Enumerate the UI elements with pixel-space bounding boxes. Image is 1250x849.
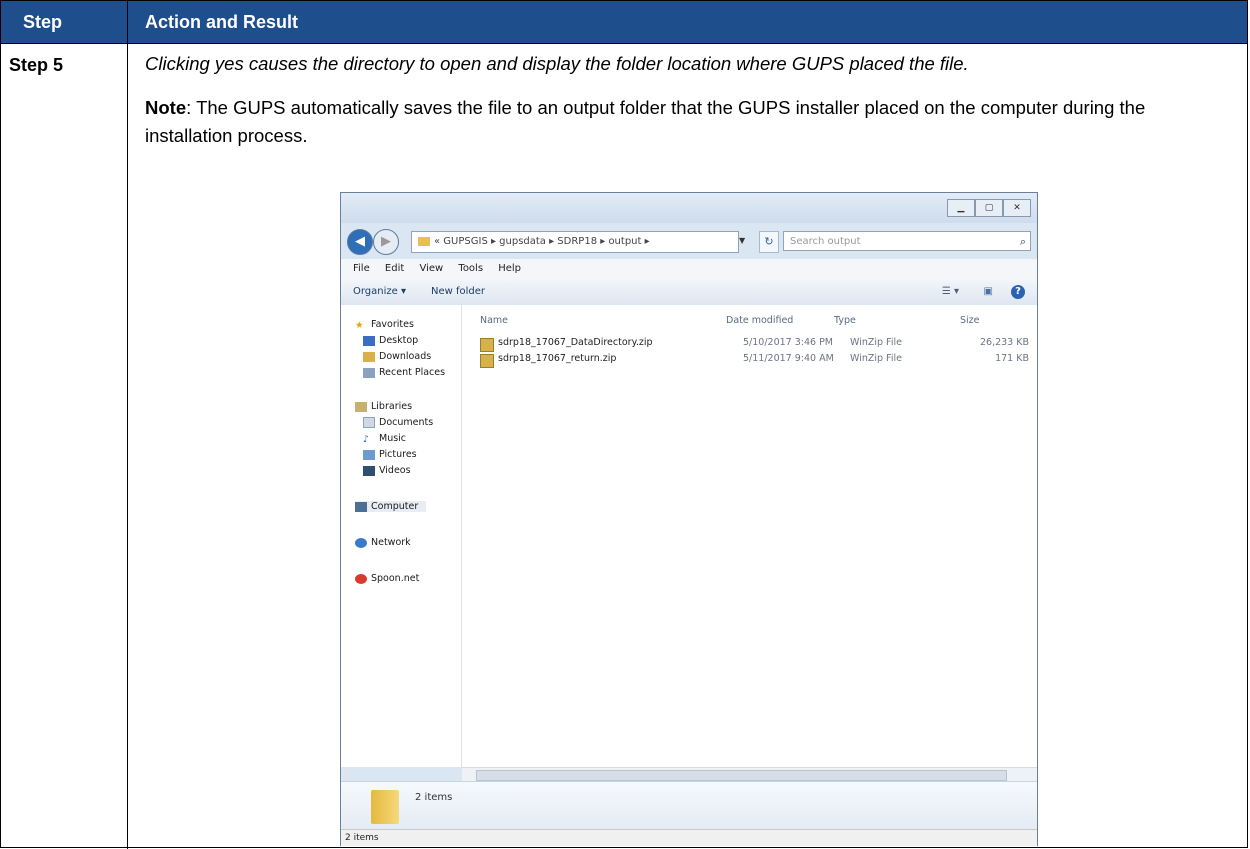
horizontal-scrollbar[interactable] xyxy=(462,767,1037,782)
zip-file-icon xyxy=(480,338,494,352)
preview-pane-icon[interactable]: ▣ xyxy=(984,279,993,305)
nav-computer-label: Computer xyxy=(371,501,419,512)
menu-tools[interactable]: Tools xyxy=(458,263,483,274)
column-date[interactable]: Date modified xyxy=(726,315,793,326)
header-step: Step xyxy=(23,12,63,32)
navigation-pane: ★ Favorites Desktop Downloads Recent Plac… xyxy=(341,305,462,767)
nav-downloads[interactable]: Downloads xyxy=(363,351,431,362)
computer-icon xyxy=(355,501,367,512)
menu-bar: File Edit View Tools Help xyxy=(341,259,1037,279)
address-bar[interactable]: « GUPSGIS ▸ gupsdata ▸ SDRP18 ▸ output ▸ xyxy=(411,231,739,253)
address-row: ◀ ▶ « GUPSGIS ▸ gupsdata ▸ SDRP18 ▸ outp… xyxy=(341,225,1037,259)
nav-pictures[interactable]: Pictures xyxy=(363,449,417,460)
forward-arrow-icon[interactable]: ▶ xyxy=(373,229,399,255)
recent-places-icon xyxy=(363,367,375,378)
pictures-icon xyxy=(363,449,375,460)
nav-music-label: Music xyxy=(379,433,407,444)
note-label: Note xyxy=(145,97,187,118)
nav-network-label: Network xyxy=(371,537,411,548)
nav-recent[interactable]: Recent Places xyxy=(363,367,445,378)
header-action: Action and Result xyxy=(145,12,299,32)
file-date: 5/11/2017 9:40 AM xyxy=(743,353,834,364)
nav-computer[interactable]: Computer xyxy=(355,501,427,512)
search-placeholder: Search output xyxy=(790,236,861,247)
close-button[interactable]: ✕ xyxy=(1003,199,1031,217)
nav-favorites-label: Favorites xyxy=(371,319,414,330)
nav-spoon[interactable]: Spoon.net xyxy=(355,573,419,584)
nav-libraries-label: Libraries xyxy=(371,401,413,412)
search-icon[interactable]: ⌕ xyxy=(1020,232,1026,252)
menu-edit[interactable]: Edit xyxy=(385,263,404,274)
nav-desktop-label: Desktop xyxy=(379,335,419,346)
minimize-button[interactable]: ▁ xyxy=(947,199,975,217)
back-arrow-icon[interactable]: ◀ xyxy=(347,229,373,255)
note-paragraph: Note: The GUPS automatically saves the f… xyxy=(145,94,1205,150)
menu-file[interactable]: File xyxy=(353,263,370,274)
file-size: 26,233 KB xyxy=(979,337,1029,348)
table-header: Step Action and Result xyxy=(1,1,1247,44)
nav-documents-label: Documents xyxy=(379,417,434,428)
music-icon: ♪ xyxy=(363,433,370,445)
file-date: 5/10/2017 3:46 PM xyxy=(743,337,834,348)
view-options-icon[interactable]: ☰ ▾ xyxy=(942,279,959,305)
folder-icon xyxy=(371,790,399,824)
column-name[interactable]: Name xyxy=(480,315,508,326)
nav-videos-label: Videos xyxy=(379,465,411,476)
nav-libraries[interactable]: Libraries xyxy=(355,401,412,412)
file-name: sdrp18_17067_return.zip xyxy=(498,353,617,364)
file-type: WinZip File xyxy=(850,353,902,364)
nav-music[interactable]: ♪ Music xyxy=(363,433,407,445)
maximize-button[interactable]: ▢ xyxy=(975,199,1003,217)
file-size: 171 KB xyxy=(995,353,1029,364)
status-bar: 2 items xyxy=(341,829,1037,846)
nav-favorites[interactable]: ★ Favorites xyxy=(355,319,414,331)
title-bar: ▁ ▢ ✕ xyxy=(341,193,1037,223)
spoon-icon xyxy=(355,573,367,584)
step-label: Step 5 xyxy=(9,55,64,75)
help-icon[interactable]: ? xyxy=(1011,285,1025,299)
column-size[interactable]: Size xyxy=(960,315,980,326)
nav-spoon-label: Spoon.net xyxy=(371,573,420,584)
status-count: 2 items xyxy=(345,833,379,843)
organize-button[interactable]: Organize ▾ xyxy=(353,279,406,305)
file-row[interactable]: sdrp18_17067_return.zip 5/11/2017 9:40 A… xyxy=(480,353,1031,369)
command-bar: Organize ▾ New folder ☰ ▾ ▣ ? xyxy=(341,279,1037,306)
nav-desktop[interactable]: Desktop xyxy=(363,335,418,346)
nav-network[interactable]: Network xyxy=(355,537,411,548)
star-icon: ★ xyxy=(355,319,364,331)
file-name: sdrp18_17067_DataDirectory.zip xyxy=(498,337,653,348)
new-folder-button[interactable]: New folder xyxy=(431,279,485,305)
search-input[interactable]: Search output ⌕ xyxy=(783,231,1031,251)
network-icon xyxy=(355,537,367,548)
file-list: Name Date modified Type Size sdrp18_1706… xyxy=(462,305,1037,767)
nav-documents[interactable]: Documents xyxy=(363,417,433,428)
menu-view[interactable]: View xyxy=(419,263,443,274)
note-text: : The GUPS automatically saves the file … xyxy=(145,97,1146,146)
libraries-icon xyxy=(355,401,367,412)
refresh-icon[interactable]: ↻ xyxy=(759,231,779,253)
downloads-icon xyxy=(363,351,375,362)
folder-icon xyxy=(418,236,430,246)
column-type[interactable]: Type xyxy=(834,315,856,326)
intro-text: Clicking yes causes the directory to ope… xyxy=(145,53,969,74)
file-type: WinZip File xyxy=(850,337,902,348)
details-count: 2 items xyxy=(415,792,453,803)
nav-videos[interactable]: Videos xyxy=(363,465,411,476)
address-dropdown-icon[interactable]: ▼ xyxy=(739,231,755,251)
column-divider xyxy=(127,1,128,849)
details-pane: 2 items xyxy=(341,781,1037,830)
explorer-window: ▁ ▢ ✕ ◀ ▶ « GUPSGIS ▸ gupsdata ▸ SDRP18 … xyxy=(340,192,1038,846)
nav-downloads-label: Downloads xyxy=(379,351,432,362)
menu-help[interactable]: Help xyxy=(498,263,521,274)
file-row[interactable]: sdrp18_17067_DataDirectory.zip 5/10/2017… xyxy=(480,337,1031,353)
address-path: « GUPSGIS ▸ gupsdata ▸ SDRP18 ▸ output ▸ xyxy=(434,236,650,247)
videos-icon xyxy=(363,465,375,476)
zip-file-icon xyxy=(480,354,494,368)
nav-recent-label: Recent Places xyxy=(379,367,446,378)
desktop-icon xyxy=(363,335,375,346)
scroll-thumb[interactable] xyxy=(476,770,1007,781)
documents-icon xyxy=(363,417,375,428)
nav-pictures-label: Pictures xyxy=(379,449,417,460)
